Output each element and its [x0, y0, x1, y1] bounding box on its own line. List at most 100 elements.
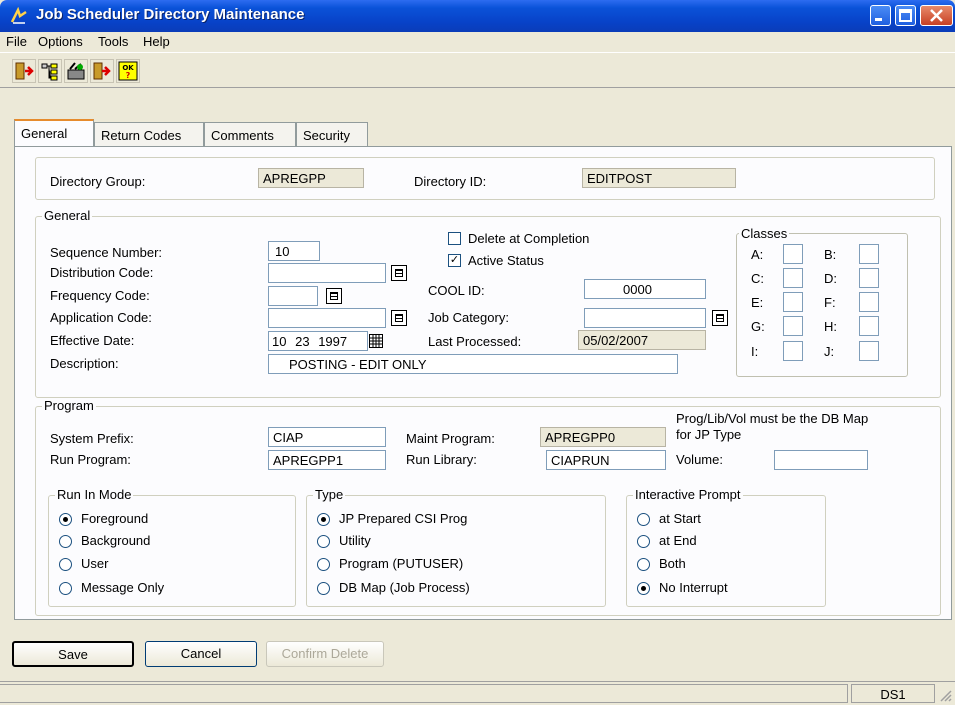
run-in-mode-title: Run In Mode — [55, 487, 134, 502]
system-prefix-label: System Prefix: — [50, 431, 134, 446]
tools-icon[interactable] — [64, 59, 88, 83]
menu-help[interactable]: Help — [143, 34, 170, 49]
tab-general[interactable]: General — [14, 119, 94, 146]
directory-header: Directory Group: APREGPP Directory ID: E… — [35, 157, 935, 200]
system-prefix-input[interactable]: CIAP — [268, 427, 386, 447]
status-ds: DS1 — [851, 684, 935, 703]
sequence-number-input[interactable]: 10 — [268, 241, 320, 261]
general-group: General Sequence Number: 10 Distribution… — [35, 208, 941, 398]
class-a-label: A: — [751, 247, 764, 262]
class-i-input[interactable] — [783, 341, 803, 361]
resize-grip-icon[interactable] — [938, 688, 952, 705]
cool-id-input[interactable]: 0000 — [584, 279, 706, 299]
frequency-lookup-icon[interactable] — [326, 288, 342, 304]
run-program-label: Run Program: — [50, 452, 131, 467]
type-title: Type — [313, 487, 346, 502]
status-bar: DS1 — [0, 681, 955, 705]
ok-help-icon[interactable]: OK? — [116, 59, 140, 83]
classes-title: Classes — [739, 226, 790, 241]
class-f-input[interactable] — [859, 292, 879, 312]
run-mode-user-radio[interactable] — [59, 558, 72, 571]
menu-options[interactable]: Options — [38, 34, 83, 49]
tab-comments[interactable]: Comments — [204, 122, 296, 146]
window-title: Job Scheduler Directory Maintenance — [36, 6, 305, 23]
directory-id-value: EDITPOST — [582, 168, 736, 188]
type-jp-prepared-label: JP Prepared CSI Prog — [339, 511, 468, 526]
calendar-icon[interactable] — [369, 334, 383, 351]
frequency-code-label: Frequency Code: — [50, 288, 150, 303]
frequency-code-input[interactable] — [268, 286, 318, 306]
volume-input[interactable] — [774, 450, 868, 470]
application-code-input[interactable] — [268, 308, 386, 328]
application-lookup-icon[interactable] — [391, 310, 407, 326]
run-icon[interactable] — [90, 59, 114, 83]
class-a-input[interactable] — [783, 244, 803, 264]
effective-date-label: Effective Date: — [50, 333, 135, 348]
directory-group-label: Directory Group: — [50, 174, 146, 189]
prompt-at-start-radio[interactable] — [637, 513, 650, 526]
description-label: Description: — [50, 356, 119, 371]
last-processed-label: Last Processed: — [428, 334, 522, 349]
maximize-button[interactable] — [895, 5, 916, 26]
active-status-checkbox[interactable]: ✓ — [448, 254, 461, 267]
interactive-prompt-title: Interactive Prompt — [633, 487, 743, 502]
class-h-label: H: — [824, 319, 837, 334]
program-note: Prog/Lib/Vol must be the DB Map for JP T… — [676, 411, 869, 442]
class-d-input[interactable] — [859, 268, 879, 288]
prompt-no-interrupt-radio[interactable] — [637, 582, 650, 595]
run-library-input[interactable]: CIAPRUN — [546, 450, 666, 470]
effective-date-year: 1997 — [318, 334, 348, 349]
class-b-input[interactable] — [859, 244, 879, 264]
type-utility-radio[interactable] — [317, 535, 330, 548]
job-category-label: Job Category: — [428, 310, 509, 325]
prompt-at-end-label: at End — [659, 533, 697, 548]
cancel-button[interactable]: Cancel — [145, 641, 257, 667]
run-mode-message-only-label: Message Only — [81, 580, 165, 595]
tab-security[interactable]: Security — [296, 122, 368, 146]
effective-date-input[interactable]: 10 23 1997 — [268, 331, 368, 351]
distribution-code-label: Distribution Code: — [50, 265, 154, 280]
menu-tools[interactable]: Tools — [98, 34, 128, 49]
directory-group-value: APREGPP — [258, 168, 364, 188]
type-group: Type JP Prepared CSI Prog Utility Progra… — [306, 487, 606, 607]
app-window: Job Scheduler Directory Maintenance File… — [0, 0, 955, 704]
class-h-input[interactable] — [859, 316, 879, 336]
run-mode-message-only-radio[interactable] — [59, 582, 72, 595]
maint-program-label: Maint Program: — [406, 431, 495, 446]
status-message — [0, 684, 848, 703]
delete-at-completion-label: Delete at Completion — [468, 231, 590, 246]
distribution-code-input[interactable] — [268, 263, 386, 283]
prompt-both-label: Both — [659, 556, 686, 571]
description-input[interactable]: POSTING - EDIT ONLY — [268, 354, 678, 374]
run-program-input[interactable]: APREGPP1 — [268, 450, 386, 470]
tab-return-codes[interactable]: Return Codes — [94, 122, 204, 146]
minimize-button[interactable] — [870, 5, 891, 26]
menu-file[interactable]: File — [6, 34, 27, 49]
svg-text:?: ? — [126, 71, 131, 80]
tab-panel-general: Directory Group: APREGPP Directory ID: E… — [14, 146, 952, 620]
class-g-input[interactable] — [783, 316, 803, 336]
job-category-lookup-icon[interactable] — [712, 310, 728, 326]
delete-at-completion-checkbox[interactable] — [448, 232, 461, 245]
type-db-map-radio[interactable] — [317, 582, 330, 595]
run-mode-background-radio[interactable] — [59, 535, 72, 548]
exit-icon[interactable] — [12, 59, 36, 83]
effective-date-month: 10 — [272, 334, 287, 349]
close-button[interactable] — [920, 5, 953, 26]
prompt-at-end-radio[interactable] — [637, 535, 650, 548]
run-mode-user-label: User — [81, 556, 109, 571]
type-jp-prepared-radio[interactable] — [317, 513, 330, 526]
prompt-both-radio[interactable] — [637, 558, 650, 571]
class-j-input[interactable] — [859, 341, 879, 361]
type-program-putuser-radio[interactable] — [317, 558, 330, 571]
class-e-input[interactable] — [783, 292, 803, 312]
tree-icon[interactable] — [38, 59, 62, 83]
title-bar: Job Scheduler Directory Maintenance — [0, 0, 955, 32]
run-mode-foreground-radio[interactable] — [59, 513, 72, 526]
save-button[interactable]: Save — [12, 641, 134, 667]
prompt-no-interrupt-label: No Interrupt — [659, 580, 728, 595]
distribution-lookup-icon[interactable] — [391, 265, 407, 281]
class-c-input[interactable] — [783, 268, 803, 288]
job-category-input[interactable] — [584, 308, 706, 328]
confirm-delete-button[interactable]: Confirm Delete — [266, 641, 384, 667]
